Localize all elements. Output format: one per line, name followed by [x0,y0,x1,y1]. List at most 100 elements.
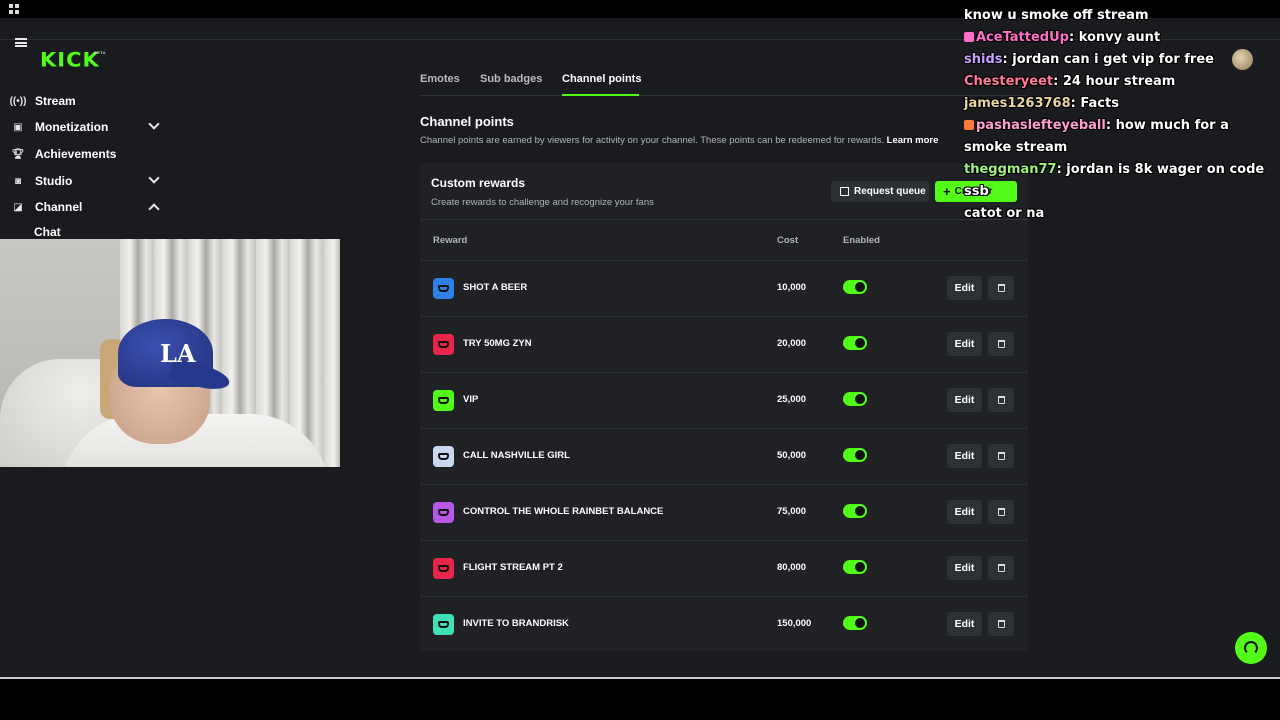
chat-username[interactable]: pashasleftеyeball [976,118,1106,133]
plus-icon: + [943,184,951,199]
chat-username[interactable]: Chesteryeet [964,74,1053,89]
chat-text: konvy aunt [1078,30,1161,45]
sidebar-item-stream[interactable]: ((•)) Stream [9,91,162,111]
reward-ticket-icon [433,446,454,467]
edit-reward-button[interactable]: Edit [947,332,982,356]
request-queue-button[interactable]: Request queue [831,181,929,202]
reward-name: SHOT A BEER [463,282,528,293]
reward-cost: 80,000 [777,562,807,573]
trash-icon [997,452,1005,460]
chat-overlay: know u smoke off stream AceTattedUp: konv… [964,5,1274,225]
delete-reward-button[interactable] [988,276,1014,300]
trash-icon [997,396,1005,404]
tab-emotes[interactable]: Emotes [420,73,460,85]
support-chat-button[interactable] [1235,632,1267,664]
reward-name: CALL NASHVILLE GIRL [463,450,570,461]
reward-cost: 20,000 [777,338,807,349]
reward-ticket-icon [433,278,454,299]
column-header-enabled: Enabled [843,235,880,246]
delete-reward-button[interactable] [988,332,1014,356]
table-row: CALL NASHVILLE GIRL 50,000 Edit [420,428,1028,484]
reward-enabled-toggle[interactable] [843,560,867,574]
chat-text: 24 hour stream [1062,74,1176,89]
delete-reward-button[interactable] [988,388,1014,412]
active-tab-indicator [562,94,639,96]
table-row: FLIGHT STREAM PT 2 80,000 Edit [420,540,1028,596]
chevron-down-icon[interactable] [148,172,160,184]
broadcast-icon: ((•)) [9,95,27,107]
reward-cost: 75,000 [777,506,807,517]
edit-reward-button[interactable]: Edit [947,276,982,300]
grid-icon[interactable] [9,4,19,14]
tab-channel-points[interactable]: Channel points [562,73,641,85]
sidebar-item-achievements[interactable]: 🏆︎ Achievements [12,144,162,164]
reward-enabled-toggle[interactable] [843,280,867,294]
sidebar-item-studio[interactable]: ◙ Studio [12,171,162,191]
reward-enabled-toggle[interactable] [843,504,867,518]
page-title: Channel points [420,114,514,129]
edit-reward-button[interactable]: Edit [947,388,982,412]
chat-message: pashasleftеyeball: how much for a smoke … [964,118,1229,155]
reward-ticket-icon [433,502,454,523]
sidebar-item-label: Stream [35,94,76,108]
chat-text: jordan can i get vip for free [1012,52,1214,67]
chat-message: james1263768: Facts [964,96,1119,111]
trash-icon [997,340,1005,348]
os-bottom-bar [0,677,1280,720]
reward-enabled-toggle[interactable] [843,616,867,630]
panel-divider [420,219,1028,220]
camera-icon: ◙ [14,175,22,187]
trash-icon [997,284,1005,292]
sidebar-item-monetization[interactable]: ▣ Monetization [12,117,162,137]
edit-reward-button[interactable]: Edit [947,500,982,524]
settings-tabs: Emotes Sub badges Channel points [420,73,1028,96]
avatar[interactable] [1232,49,1253,70]
edit-reward-button[interactable]: Edit [947,444,982,468]
reward-name: INVITE TO BRANDRISK [463,618,569,629]
chat-username[interactable]: james1263768 [964,96,1071,111]
reward-cost: 25,000 [777,394,807,405]
chat-username[interactable]: theggman77 [964,162,1057,177]
sidebar-item-label: Studio [35,174,73,188]
chevron-down-icon[interactable] [148,118,160,130]
reward-ticket-icon [433,390,454,411]
sidebar-item-label: Channel [35,200,83,214]
hamburger-menu-icon[interactable] [15,38,27,47]
chat-message: know u smoke off stream [964,5,1274,27]
reward-name: CONTROL THE WHOLE RAINBET BALANCE [463,506,664,517]
chat-username[interactable]: shids [964,52,1003,67]
chat-message: theggman77: jordan is 8k wager on code s… [964,162,1265,199]
sidebar-item-label: Monetization [35,120,109,134]
edit-reward-button[interactable]: Edit [947,556,982,580]
reward-ticket-icon [433,614,454,635]
sidebar-subitem-chat[interactable]: Chat [34,225,61,239]
delete-reward-button[interactable] [988,612,1014,636]
column-header-cost: Cost [777,235,799,246]
reward-ticket-icon [433,334,454,355]
tab-sub-badges[interactable]: Sub badges [480,73,542,85]
reward-enabled-toggle[interactable] [843,448,867,462]
beta-badge: BETA [94,50,106,55]
reward-enabled-toggle[interactable] [843,392,867,406]
kick-logo[interactable]: KICK [40,49,100,72]
edit-reward-button[interactable]: Edit [947,612,982,636]
learn-more-link[interactable]: Learn more [887,135,939,146]
reward-cost: 150,000 [777,618,812,629]
delete-reward-button[interactable] [988,556,1014,580]
sidebar-item-channel[interactable]: ◪ Channel [12,197,162,217]
trash-icon [997,508,1005,516]
reward-cost: 10,000 [777,282,807,293]
custom-rewards-title: Custom rewards [431,176,526,190]
reward-name: FLIGHT STREAM PT 2 [463,562,563,573]
table-row: SHOT A BEER 10,000 Edit [420,260,1028,316]
table-row: CONTROL THE WHOLE RAINBET BALANCE 75,000 E… [420,484,1028,540]
chat-username[interactable]: AceTattedUp [976,30,1069,45]
reward-enabled-toggle[interactable] [843,336,867,350]
delete-reward-button[interactable] [988,444,1014,468]
chevron-up-icon[interactable] [148,203,160,215]
delete-reward-button[interactable] [988,500,1014,524]
cap-logo: LA [160,339,196,368]
trash-icon [997,564,1005,572]
trash-icon [997,620,1005,628]
column-header-reward: Reward [433,235,468,246]
